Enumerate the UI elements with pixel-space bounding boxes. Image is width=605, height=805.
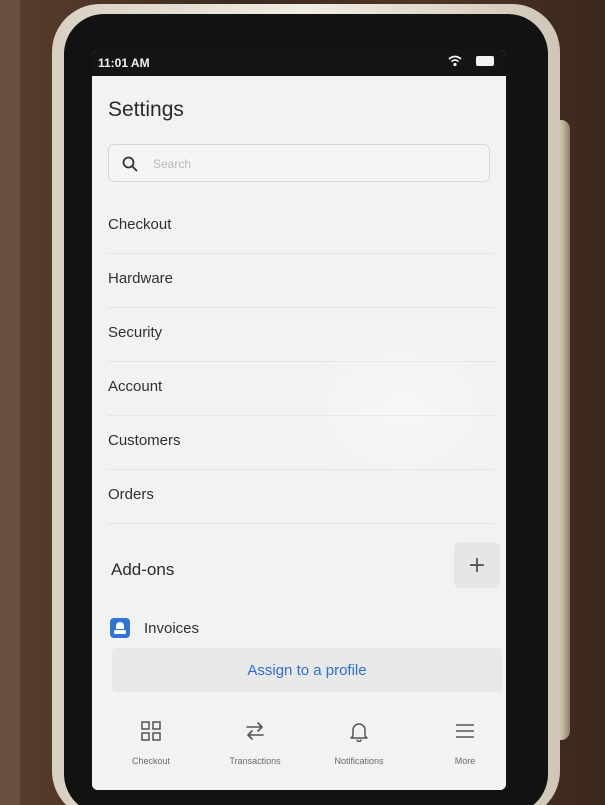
invoices-icon bbox=[110, 618, 130, 638]
settings-item-label: Account bbox=[108, 378, 163, 395]
nav-label: Checkout bbox=[131, 756, 171, 766]
nav-item-more[interactable]: More bbox=[420, 720, 506, 766]
search-input[interactable] bbox=[153, 154, 473, 174]
status-icons bbox=[448, 55, 494, 67]
nav-label: More bbox=[454, 756, 476, 766]
nav-label: Transactions bbox=[229, 756, 281, 766]
settings-item-hardware[interactable]: Hardware bbox=[108, 254, 494, 308]
bell-icon bbox=[350, 723, 368, 742]
status-time: 11:01 AM bbox=[98, 56, 150, 70]
photo-scene: 11:01 AM Settings Checkout Hardware Secu… bbox=[0, 0, 605, 805]
settings-item-orders[interactable]: Orders bbox=[108, 470, 494, 524]
settings-item-label: Customers bbox=[108, 432, 181, 449]
nav-label: Notifications bbox=[334, 756, 384, 766]
nav-item-notifications[interactable]: Notifications bbox=[314, 720, 404, 766]
background-strip bbox=[0, 0, 20, 805]
settings-item-checkout[interactable]: Checkout bbox=[108, 200, 494, 254]
status-bar: 11:01 AM bbox=[92, 50, 506, 76]
page-title: Settings bbox=[108, 98, 184, 121]
search-box[interactable] bbox=[108, 144, 490, 182]
screen-glare bbox=[322, 350, 482, 470]
wifi-icon bbox=[448, 55, 462, 67]
add-addon-button[interactable]: + bbox=[454, 542, 500, 588]
battery-icon bbox=[476, 56, 494, 66]
search-icon bbox=[122, 156, 138, 172]
settings-item-label: Checkout bbox=[108, 216, 172, 233]
bottom-nav: Checkout Transactions Notifications More bbox=[92, 706, 506, 790]
settings-item-label: Hardware bbox=[108, 270, 174, 287]
swap-arrows-icon bbox=[246, 722, 264, 740]
addons-heading: Add-ons bbox=[111, 560, 175, 579]
nav-item-checkout[interactable]: Checkout bbox=[106, 720, 196, 766]
addon-item-invoices[interactable]: Invoices bbox=[110, 616, 199, 640]
grid-icon bbox=[141, 721, 161, 741]
addon-item-label: Invoices bbox=[144, 619, 200, 637]
assign-to-profile-button[interactable]: Assign to a profile bbox=[112, 648, 502, 692]
menu-icon bbox=[456, 724, 474, 738]
settings-item-label: Orders bbox=[108, 486, 154, 503]
nav-item-transactions[interactable]: Transactions bbox=[210, 720, 300, 766]
settings-item-label: Security bbox=[108, 324, 163, 341]
device-screen: 11:01 AM Settings Checkout Hardware Secu… bbox=[92, 50, 506, 790]
